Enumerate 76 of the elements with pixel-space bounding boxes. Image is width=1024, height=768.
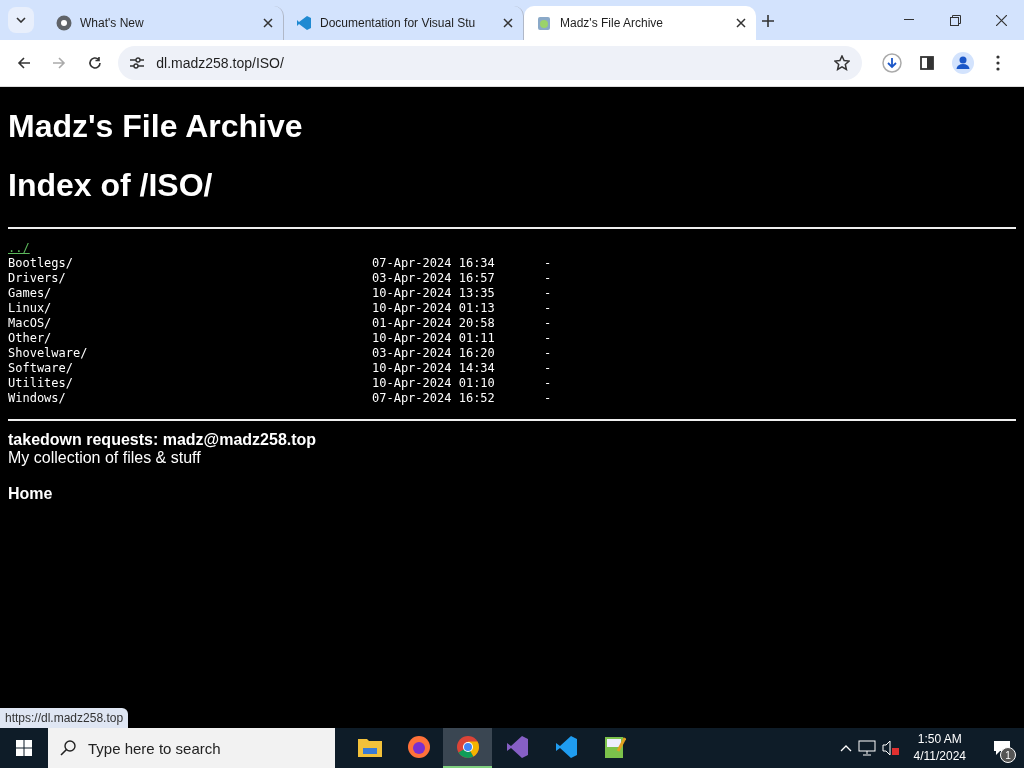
file-size: - bbox=[544, 376, 552, 391]
close-tab-icon[interactable] bbox=[263, 18, 273, 28]
minimize-icon bbox=[904, 19, 914, 21]
modified-date: 10-Apr-2024 01:11 bbox=[372, 331, 496, 346]
folder-link[interactable]: Windows/ bbox=[8, 391, 372, 406]
network-icon[interactable] bbox=[857, 740, 876, 756]
site-description: My collection of files & stuff bbox=[8, 449, 202, 467]
bookmark-star-icon[interactable] bbox=[834, 55, 851, 71]
menu-icon bbox=[996, 55, 1001, 71]
modified-date: 07-Apr-2024 16:52 bbox=[372, 391, 496, 406]
windows-logo-icon bbox=[16, 740, 32, 756]
chrome-icon bbox=[56, 15, 72, 31]
takedown-contact: takedown requests: madz@madz258.top bbox=[8, 431, 318, 449]
file-size: - bbox=[544, 346, 552, 361]
file-size: - bbox=[544, 286, 552, 301]
search-icon bbox=[60, 740, 76, 756]
notepad-icon bbox=[603, 735, 626, 759]
back-arrow-icon bbox=[16, 56, 31, 70]
chrome-icon bbox=[455, 735, 480, 759]
file-size: - bbox=[544, 361, 552, 376]
home-link[interactable]: Home bbox=[8, 485, 53, 503]
folder-link[interactable]: Utilites/ bbox=[8, 376, 372, 391]
modified-date: 10-Apr-2024 14:34 bbox=[372, 361, 496, 376]
modified-date: 03-Apr-2024 16:20 bbox=[372, 346, 496, 361]
tab-title: Documentation for Visual Stu bbox=[320, 16, 477, 30]
folder-link[interactable]: Other/ bbox=[8, 331, 372, 346]
folder-link[interactable]: Games/ bbox=[8, 286, 372, 301]
folder-link[interactable]: Shovelware/ bbox=[8, 346, 372, 361]
browser-tab[interactable]: Madz's File Archive bbox=[524, 6, 756, 40]
folder-link[interactable]: Linux/ bbox=[8, 301, 372, 316]
forward-arrow-icon bbox=[52, 56, 67, 70]
folder-link[interactable]: Software/ bbox=[8, 361, 372, 376]
reload-icon bbox=[87, 56, 102, 70]
file-size: - bbox=[544, 331, 552, 346]
file-size: - bbox=[544, 256, 552, 271]
tab-list-button[interactable] bbox=[8, 7, 34, 33]
code-editor-icon bbox=[296, 15, 312, 31]
modified-date: 03-Apr-2024 16:57 bbox=[372, 271, 496, 286]
modified-date: 07-Apr-2024 16:34 bbox=[372, 256, 496, 271]
close-tab-icon[interactable] bbox=[736, 18, 746, 28]
ide-icon bbox=[504, 735, 529, 759]
status-url: https://dl.madz258.top bbox=[0, 708, 129, 728]
file-size: - bbox=[544, 301, 552, 316]
muted-speaker-icon[interactable] bbox=[881, 740, 900, 756]
url-text: dl.madz258.top/ISO/ bbox=[156, 55, 285, 71]
page-heading: Index of /ISO/ bbox=[8, 167, 214, 204]
chevron-up-icon[interactable] bbox=[839, 744, 852, 752]
new-tab-icon[interactable] bbox=[762, 15, 774, 27]
folder-icon bbox=[357, 737, 382, 757]
firefox-icon bbox=[406, 735, 431, 759]
archive-icon bbox=[536, 15, 552, 31]
side-panel-icon bbox=[920, 56, 935, 70]
modified-date: 10-Apr-2024 01:13 bbox=[372, 301, 496, 316]
notifications-button[interactable]: 1 bbox=[980, 728, 1024, 768]
folder-link[interactable]: MacOS/ bbox=[8, 316, 372, 331]
code-editor-icon bbox=[553, 735, 578, 759]
tab-title: What's New bbox=[80, 16, 145, 30]
folder-link[interactable]: Bootlegs/ bbox=[8, 256, 372, 271]
taskbar-search-field[interactable]: Type here to search bbox=[48, 728, 335, 768]
folder-link[interactable]: Drivers/ bbox=[8, 271, 372, 286]
modified-date: 01-Apr-2024 20:58 bbox=[372, 316, 496, 331]
modified-date: 10-Apr-2024 13:35 bbox=[372, 286, 496, 301]
site-settings-icon[interactable] bbox=[130, 57, 145, 69]
close-tab-icon[interactable] bbox=[503, 18, 513, 28]
close-icon bbox=[995, 14, 1007, 26]
modified-date: 10-Apr-2024 01:10 bbox=[372, 376, 496, 391]
parent-directory-link[interactable]: ../ bbox=[8, 241, 30, 256]
restore-icon bbox=[949, 14, 961, 26]
site-title: Madz's File Archive bbox=[8, 108, 304, 145]
chevron-down-icon bbox=[16, 17, 26, 23]
file-size: - bbox=[544, 391, 552, 406]
taskbar-clock[interactable]: 1:50 AM 4/11/2024 bbox=[905, 731, 974, 765]
tab-title: Madz's File Archive bbox=[560, 16, 664, 30]
address-bar[interactable]: dl.madz258.top/ISO/ bbox=[118, 46, 863, 80]
file-size: - bbox=[544, 316, 552, 331]
file-size: - bbox=[544, 271, 552, 286]
